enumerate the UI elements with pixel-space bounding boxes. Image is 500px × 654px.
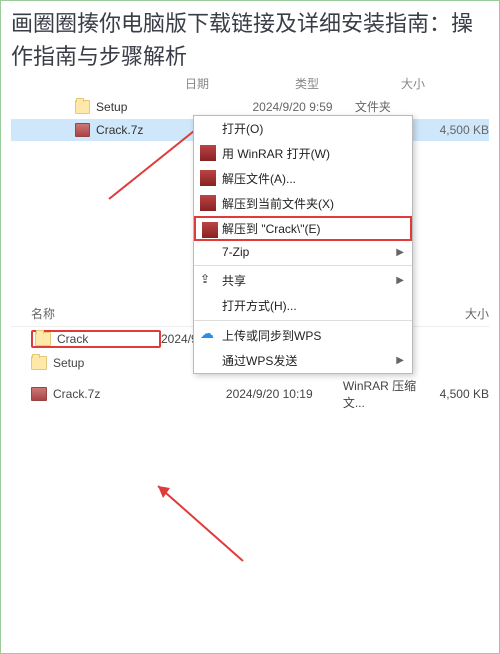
winrar-icon	[202, 222, 218, 238]
header-date: 日期	[185, 75, 295, 92]
ctx-share[interactable]: ⇪共享▶	[194, 268, 412, 293]
file-date: 2024/9/20 9:59	[252, 100, 354, 114]
cloud-icon	[200, 327, 216, 343]
file-type: WinRAR 压缩文...	[343, 377, 431, 411]
winrar-icon	[200, 170, 216, 186]
file-name: Setup	[53, 356, 84, 370]
chevron-right-icon: ▶	[396, 247, 404, 258]
ctx-winrar-open[interactable]: 用 WinRAR 打开(W)	[194, 141, 412, 166]
arrow-annotation-2	[143, 471, 263, 571]
separator	[194, 320, 412, 321]
ctx-extract-files[interactable]: 解压文件(A)...	[194, 166, 412, 191]
archive-icon	[75, 123, 90, 137]
ctx-extract-to-crack[interactable]: 解压到 "Crack\"(E)	[194, 216, 412, 241]
folder-icon	[31, 356, 47, 370]
ctx-extract-here[interactable]: 解压到当前文件夹(X)	[194, 191, 412, 216]
ctx-open[interactable]: 打开(O)	[194, 116, 412, 141]
column-headers: 日期 类型 大小	[11, 73, 489, 94]
file-name: Crack.7z	[53, 387, 100, 401]
ctx-wps-send[interactable]: 通过WPS发送▶	[194, 348, 412, 373]
header-type: 类型	[295, 75, 355, 92]
ctx-7zip[interactable]: 7-Zip▶	[194, 241, 412, 263]
archive-icon	[31, 387, 47, 401]
ctx-open-with[interactable]: 打开方式(H)...	[194, 293, 412, 318]
wps-icon	[200, 352, 216, 368]
file-size: 4,500 KB	[431, 387, 489, 401]
chevron-right-icon: ▶	[396, 275, 404, 286]
file-row-crack7z[interactable]: Crack.7z 2024/9/20 10:19 WinRAR 压缩文... 4…	[11, 374, 489, 414]
context-menu: 打开(O) 用 WinRAR 打开(W) 解压文件(A)... 解压到当前文件夹…	[193, 115, 413, 374]
winrar-icon	[200, 195, 216, 211]
share-icon: ⇪	[200, 272, 216, 288]
winrar-icon	[200, 145, 216, 161]
file-date: 2024/9/20 10:19	[226, 387, 343, 401]
folder-icon	[35, 332, 51, 346]
chevron-right-icon: ▶	[396, 355, 404, 366]
header-size: 大小	[431, 305, 489, 322]
separator	[194, 265, 412, 266]
page-title: 画圈圈揍你电脑版下载链接及详细安装指南：操作指南与步骤解析	[1, 1, 499, 73]
file-name: Crack	[57, 332, 88, 346]
ctx-wps-upload[interactable]: 上传或同步到WPS	[194, 323, 412, 348]
header-size: 大小	[355, 75, 425, 92]
file-size: 4,500 KB	[429, 123, 489, 137]
file-type: 文件夹	[355, 98, 430, 115]
folder-icon	[75, 100, 90, 114]
